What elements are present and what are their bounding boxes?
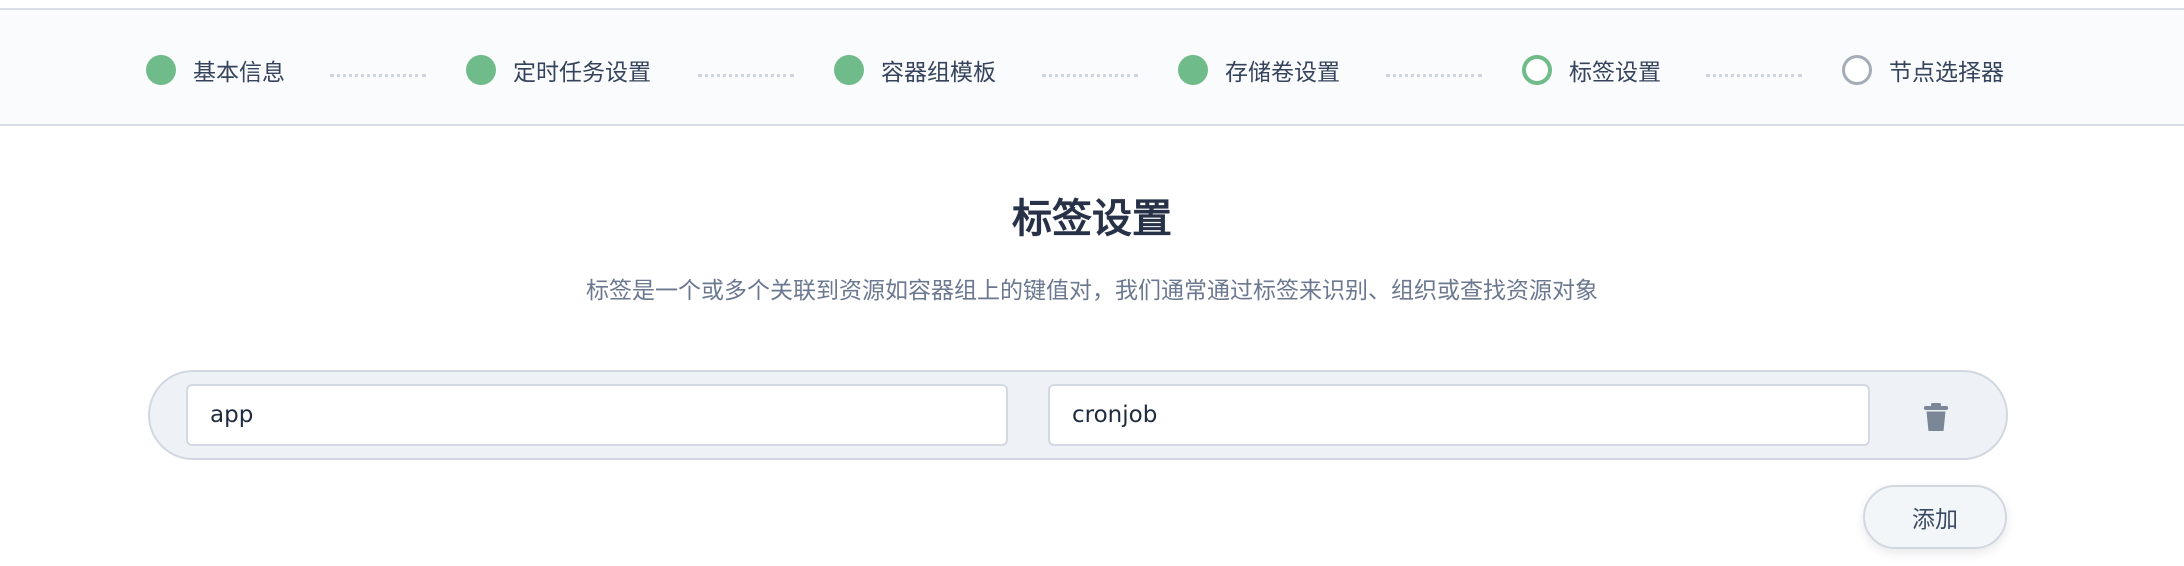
step-pending-indicator [1842, 55, 1872, 85]
step-label: 存储卷设置 [1225, 60, 1340, 86]
step-volume-settings[interactable]: 存储卷设置 [1178, 53, 1340, 87]
step-label: 基本信息 [193, 60, 285, 86]
label-value-input[interactable] [1048, 384, 1870, 446]
step-label: 定时任务设置 [513, 60, 651, 86]
step-label: 节点选择器 [1889, 60, 2004, 86]
step-basic-info[interactable]: 基本信息 [146, 53, 285, 87]
step-done-indicator [466, 55, 496, 85]
step-connector [1706, 74, 1802, 77]
page-title: 标签设置 [1012, 196, 1172, 242]
step-done-indicator [146, 55, 176, 85]
label-key-input[interactable] [186, 384, 1008, 446]
label-row [148, 370, 2008, 460]
step-pod-template[interactable]: 容器组模板 [834, 53, 996, 87]
step-current-indicator [1522, 55, 1552, 85]
step-label: 容器组模板 [881, 60, 996, 86]
step-connector [330, 74, 426, 77]
step-done-indicator [1178, 55, 1208, 85]
step-label-settings[interactable]: 标签设置 [1522, 53, 1661, 87]
add-label-button[interactable]: 添加 [1863, 485, 2007, 549]
step-connector [1042, 74, 1138, 77]
step-connector [698, 74, 794, 77]
step-connector [1386, 74, 1482, 77]
trash-icon[interactable] [1923, 402, 1949, 432]
step-label: 标签设置 [1569, 60, 1661, 86]
step-done-indicator [834, 55, 864, 85]
step-cronjob-settings[interactable]: 定时任务设置 [466, 53, 651, 87]
page-description: 标签是一个或多个关联到资源如容器组上的键值对，我们通常通过标签来识别、组织或查找… [586, 278, 1598, 304]
step-progress-bar: 基本信息 定时任务设置 容器组模板 存储卷设置 标签设置 节点选择器 [0, 8, 2184, 126]
step-node-selector[interactable]: 节点选择器 [1842, 53, 2004, 87]
